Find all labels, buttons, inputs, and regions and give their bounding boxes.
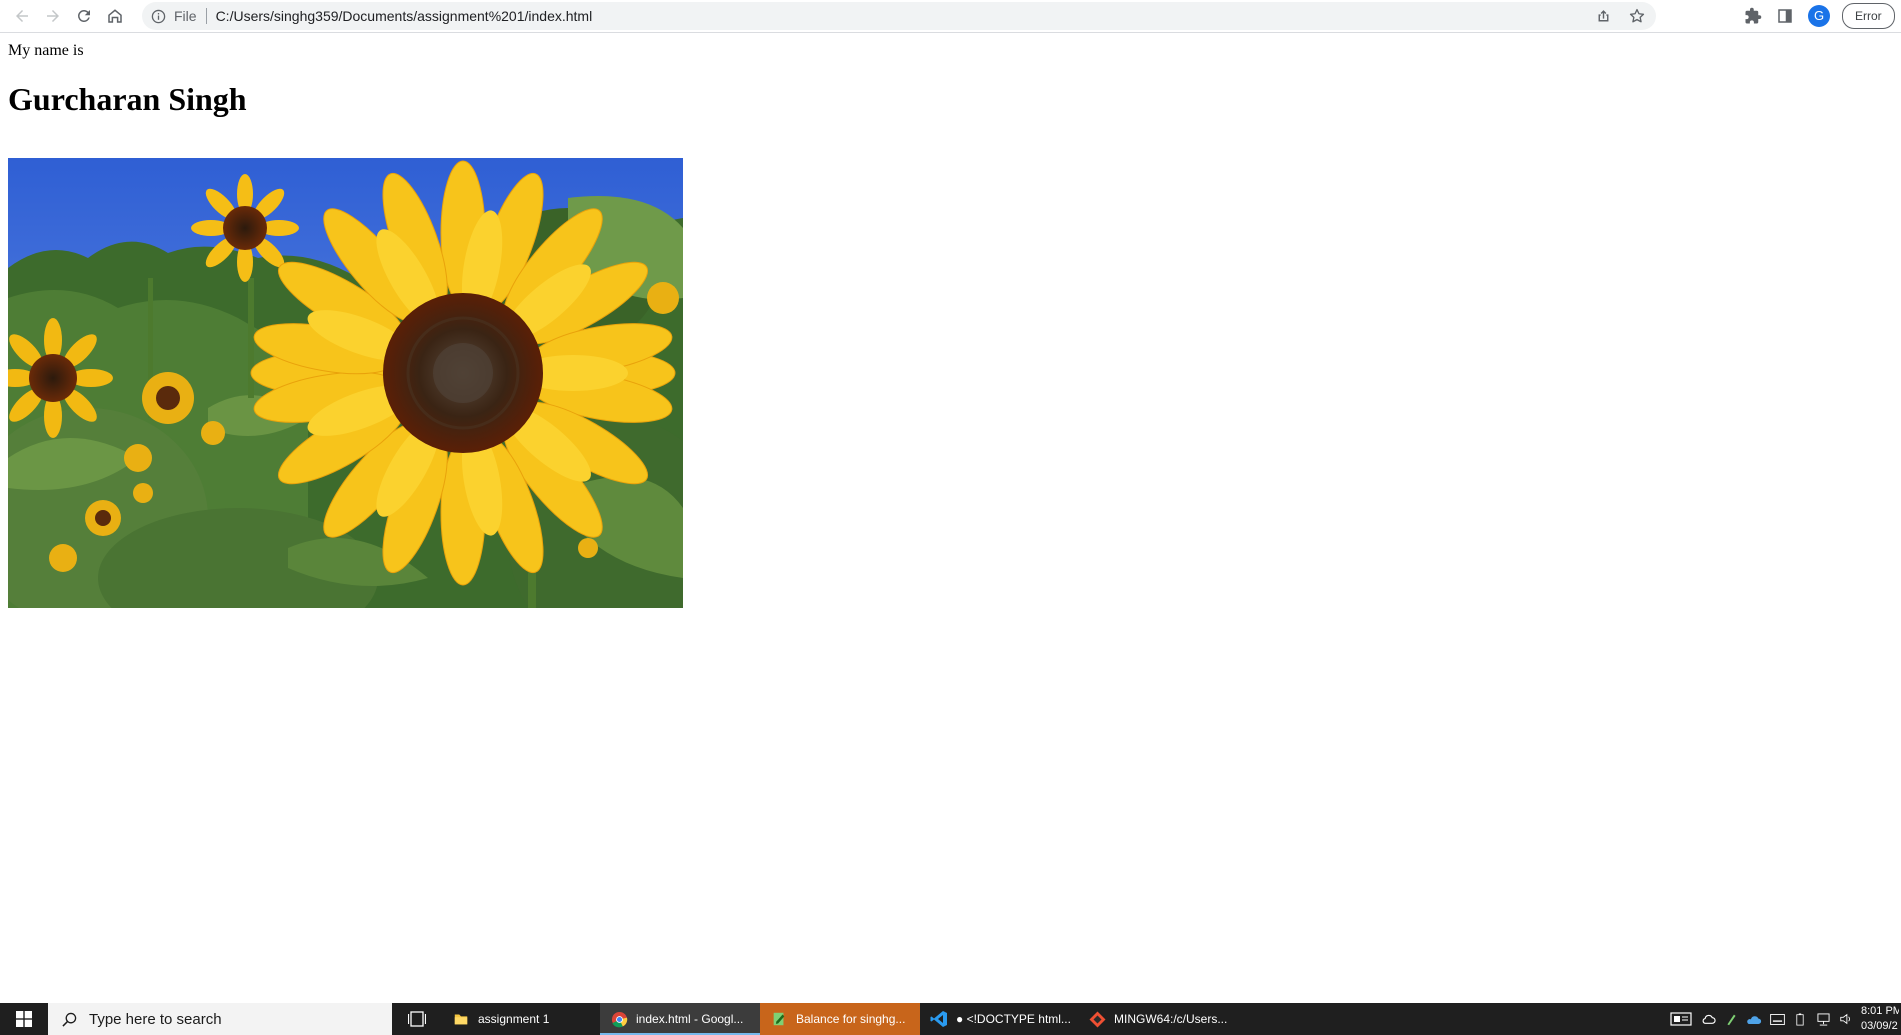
git-icon [1088, 1010, 1106, 1028]
home-icon [107, 9, 122, 23]
home-button[interactable] [99, 1, 130, 32]
news-widget-icon[interactable] [1669, 1011, 1693, 1027]
reload-icon [77, 9, 90, 22]
share-button[interactable] [1590, 3, 1616, 29]
intro-text: My name is [8, 42, 84, 59]
folder-icon [452, 1010, 470, 1028]
error-button[interactable]: Error [1842, 2, 1895, 29]
side-panel-icon [1778, 8, 1792, 23]
puzzle-icon [1745, 7, 1762, 23]
task-label: assignment 1 [478, 1012, 550, 1026]
task-view-icon [408, 1011, 426, 1027]
clock-time: 8:01 PM [1861, 1005, 1899, 1017]
back-button[interactable] [6, 1, 37, 32]
keyboard-icon[interactable] [1769, 1011, 1785, 1027]
windows-icon [16, 1011, 32, 1027]
battery-icon[interactable] [1792, 1011, 1808, 1027]
share-icon [1598, 9, 1608, 21]
network-icon[interactable] [1815, 1011, 1831, 1027]
taskbar-item-git-bash[interactable]: MINGW64:/c/Users... [1078, 1003, 1238, 1035]
task-label: ● <!DOCTYPE html... [956, 1012, 1071, 1026]
chrome-icon [610, 1010, 628, 1028]
start-button[interactable] [0, 1003, 48, 1035]
search-placeholder: Type here to search [89, 1010, 222, 1028]
address-bar-actions [1590, 2, 1650, 30]
browser-right-tools: G Error [1740, 0, 1901, 31]
bookmark-button[interactable] [1624, 3, 1650, 29]
sunflower-image [8, 158, 683, 608]
volume-icon[interactable] [1838, 1011, 1854, 1027]
extensions-button[interactable] [1740, 3, 1766, 29]
cloud-icon[interactable] [1700, 1011, 1716, 1027]
vscode-icon [930, 1010, 948, 1028]
star-icon [1629, 8, 1645, 23]
task-label: index.html - Googl... [636, 1012, 744, 1026]
task-label: Balance for singhg... [796, 1012, 906, 1026]
taskbar-item-explorer[interactable]: assignment 1 [442, 1003, 600, 1035]
task-view-button[interactable] [392, 1003, 442, 1035]
windows-taskbar: Type here to search assignment 1 index.h… [0, 1003, 1901, 1035]
side-panel-button[interactable] [1772, 3, 1798, 29]
notepad-icon [770, 1010, 788, 1028]
reload-button[interactable] [68, 1, 99, 32]
forward-button[interactable] [37, 1, 68, 32]
url-text[interactable]: C:/Users/singhg359/Documents/assignment%… [216, 8, 593, 24]
system-tray: 8:01 PM 03/09/2 [1669, 1003, 1901, 1035]
taskbar-search-box[interactable]: Type here to search [48, 1003, 392, 1035]
profile-avatar[interactable]: G [1808, 4, 1830, 27]
search-icon [62, 1012, 77, 1027]
notepad-tray-icon[interactable] [1723, 1011, 1739, 1027]
address-bar[interactable]: File C:/Users/singhg359/Documents/assign… [142, 2, 1656, 30]
taskbar-item-vscode[interactable]: ● <!DOCTYPE html... [920, 1003, 1078, 1035]
arrow-right-icon [46, 10, 59, 22]
site-info-icon[interactable] [150, 8, 166, 24]
page-content: My name is Gurcharan Singh [0, 34, 1901, 1000]
taskbar-item-notepad[interactable]: Balance for singhg... [760, 1003, 920, 1035]
browser-toolbar: File C:/Users/singhg359/Documents/assign… [0, 0, 1901, 33]
clock-date: 03/09/2 [1861, 1020, 1898, 1032]
taskbar-clock[interactable]: 8:01 PM 03/09/2 [1861, 1004, 1899, 1034]
task-label: MINGW64:/c/Users... [1114, 1012, 1228, 1026]
onedrive-icon[interactable] [1746, 1011, 1762, 1027]
taskbar-item-chrome[interactable]: index.html - Googl... [600, 1003, 760, 1035]
scheme-label: File [174, 8, 197, 24]
arrow-left-icon [15, 10, 28, 22]
name-heading: Gurcharan Singh [8, 81, 247, 117]
address-divider [205, 8, 207, 24]
